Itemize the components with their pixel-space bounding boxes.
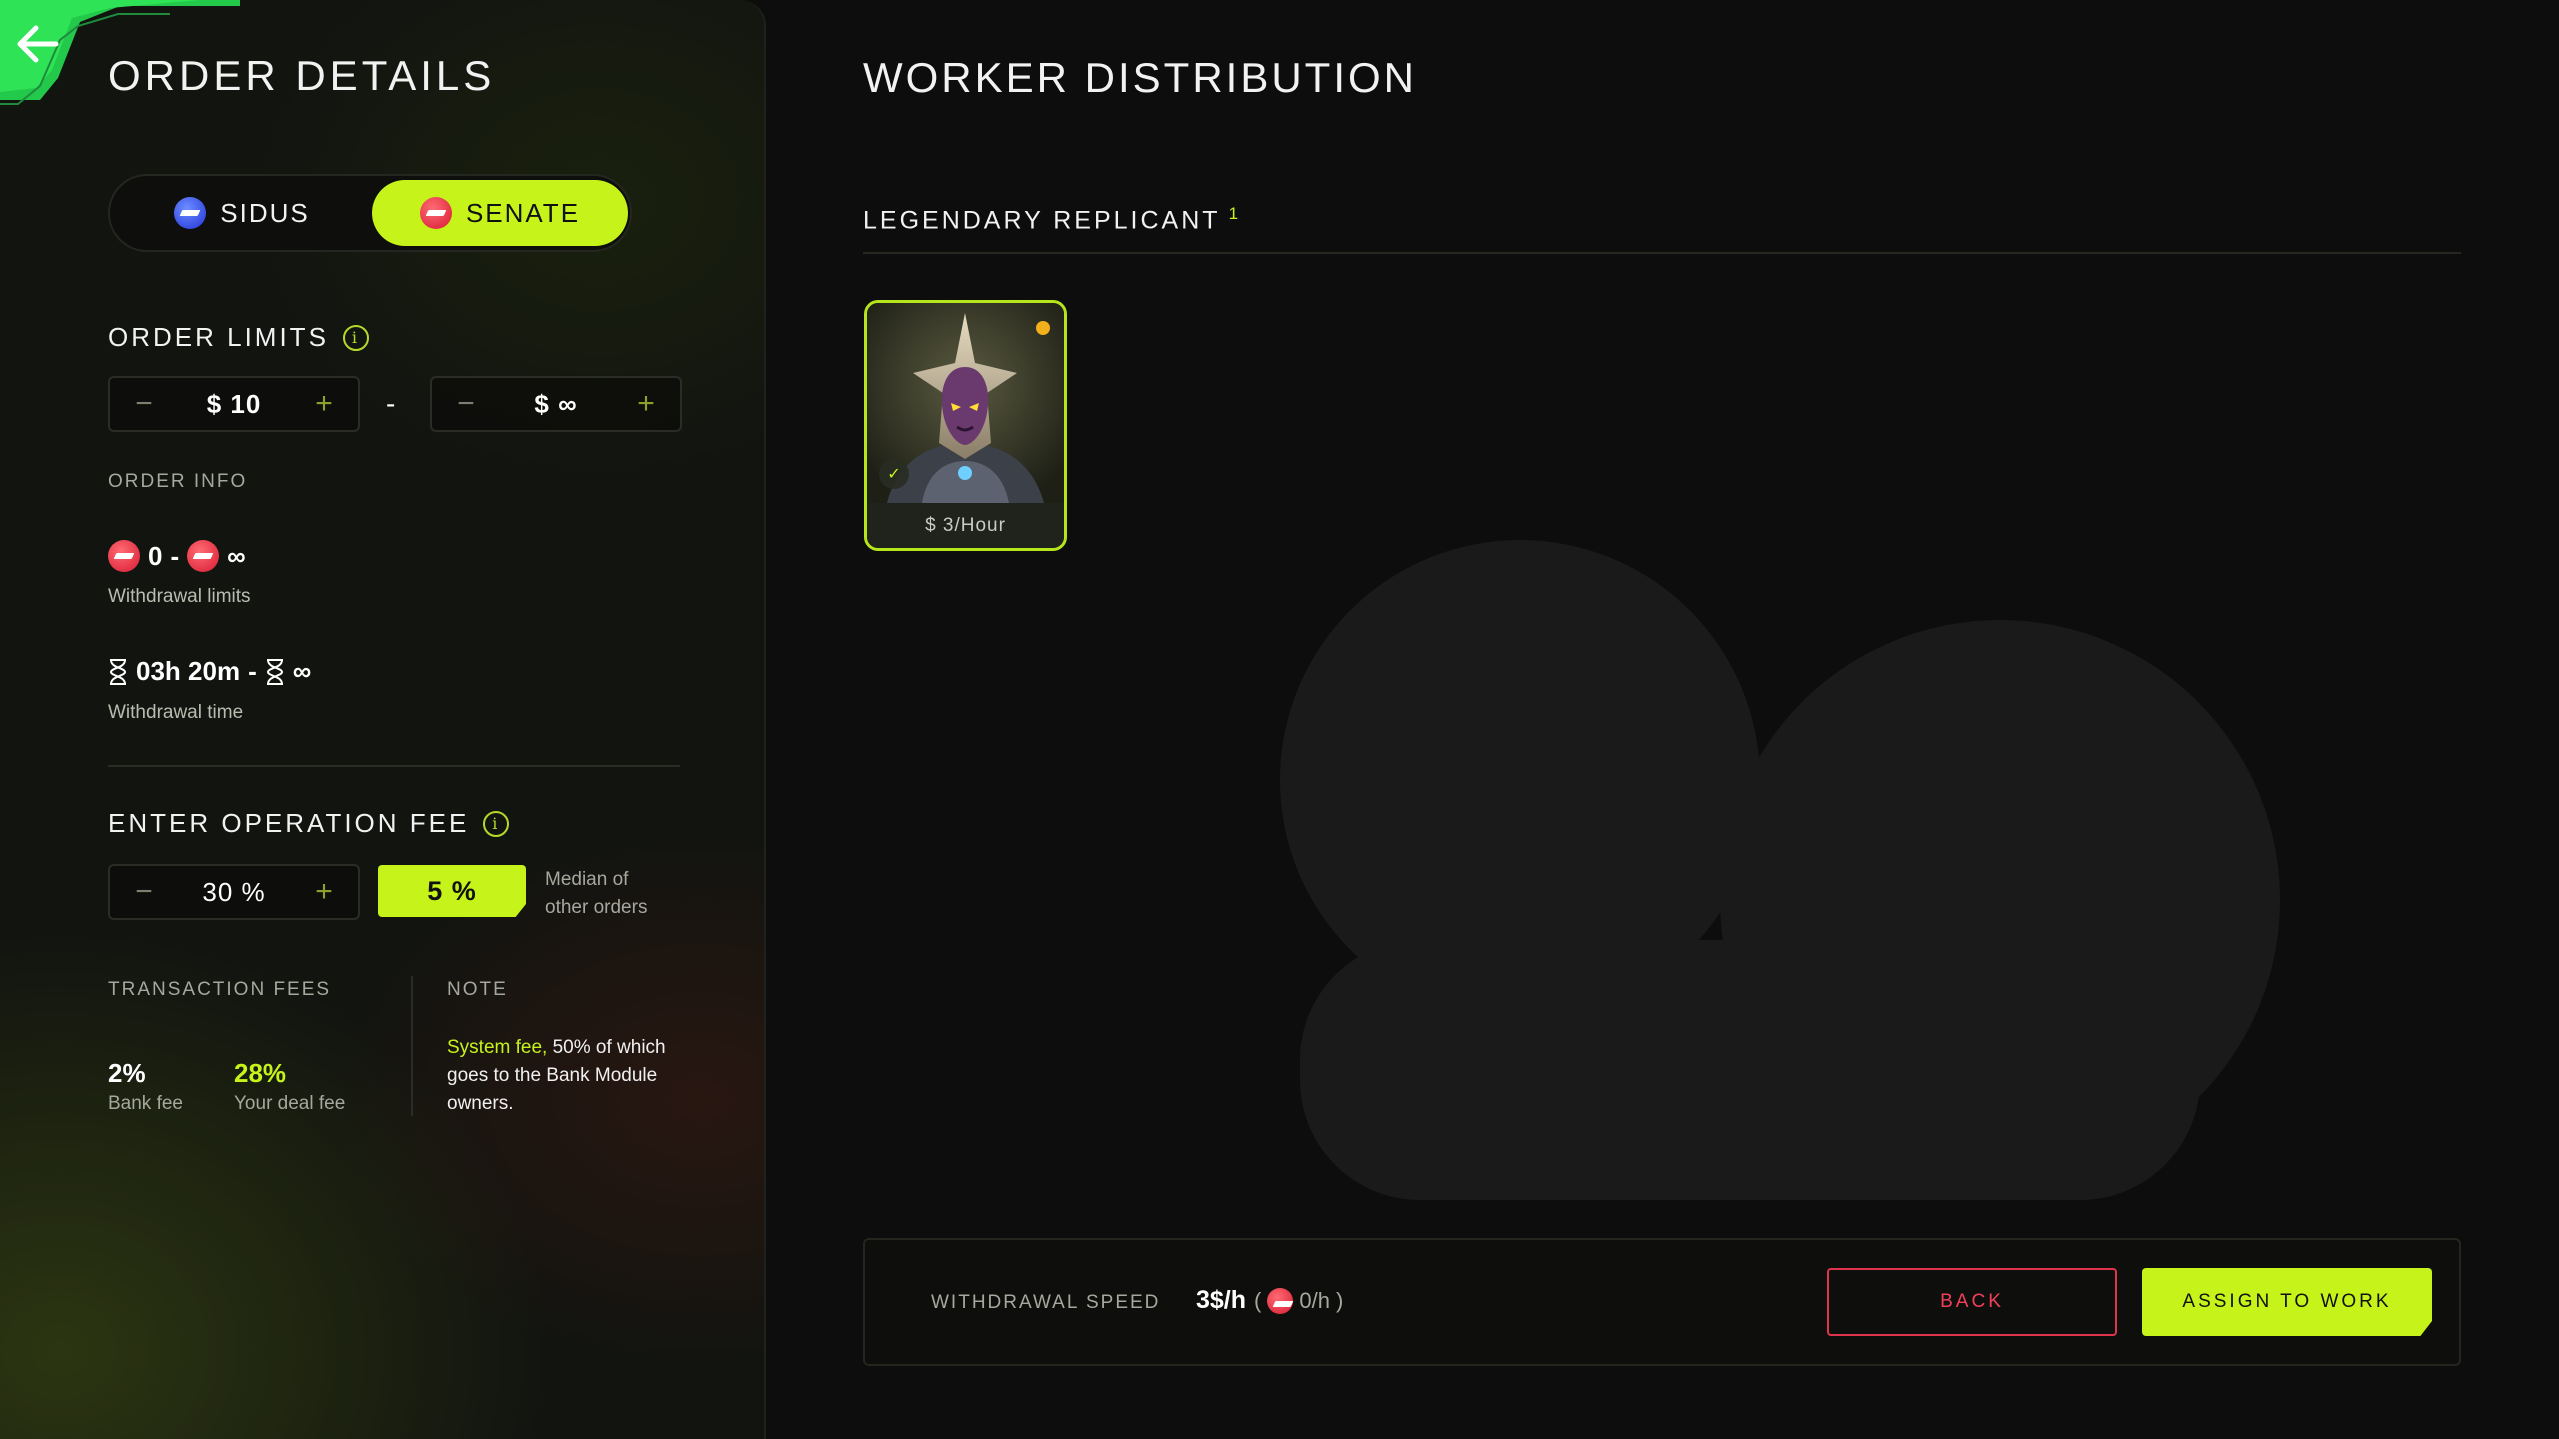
senate-coin-icon <box>419 197 452 229</box>
withdrawal-limits-label: Withdrawal limits <box>108 586 251 607</box>
selected-check-icon: ✓ <box>879 459 909 489</box>
action-bar: WITHDRAWAL SPEED 3$/h (0/h) BACK ASSIGN … <box>863 1238 2461 1366</box>
order-limits-heading: ORDER LIMITS i <box>108 322 369 353</box>
note-title: NOTE <box>447 979 508 1000</box>
fees-divider <box>411 976 413 1116</box>
increase-max-button[interactable]: + <box>632 389 660 419</box>
worker-status-dot <box>1036 321 1050 335</box>
increase-min-button[interactable]: + <box>310 389 338 419</box>
worker-distribution-title: WORKER DISTRIBUTION <box>863 54 1418 101</box>
category-divider <box>863 252 2461 254</box>
operation-fee-value[interactable]: 30 % <box>202 877 265 908</box>
hourglass-icon <box>109 658 127 685</box>
senate-coin-icon <box>108 540 140 572</box>
background-watermark <box>1280 540 2280 1200</box>
order-limit-separator: - <box>386 388 396 419</box>
withdrawal-time-from: 03h 20m <box>136 656 241 686</box>
toggle-option-sidus-label: SIDUS <box>220 197 310 228</box>
withdrawal-limits-dash: - <box>170 540 180 571</box>
operation-fee-heading: ENTER OPERATION FEE i <box>108 808 510 839</box>
note-text: System fee, 50% of which goes to the Ban… <box>447 1034 697 1118</box>
median-fee-note-line2: other orders <box>545 897 648 918</box>
bank-fee-value: 2% <box>108 1058 146 1088</box>
senate-coin-icon <box>187 540 220 572</box>
withdrawal-speed-amount: 3$/h <box>1196 1286 1247 1314</box>
withdrawal-limits-from: 0 <box>148 540 163 571</box>
withdrawal-speed-token-value: 0/h <box>1299 1287 1330 1313</box>
toggle-option-senate[interactable]: SENATE <box>372 180 628 246</box>
sidus-coin-icon <box>174 197 207 229</box>
toggle-option-senate-label: SENATE <box>465 197 581 228</box>
operation-fee-title: ENTER OPERATION FEE <box>108 808 470 838</box>
order-limit-min-stepper: − $ 10 + <box>108 376 360 432</box>
deal-fee-value: 28% <box>234 1058 287 1088</box>
order-limit-max-value[interactable]: $ ∞ <box>534 389 577 420</box>
note-highlight: System fee, <box>447 1037 548 1058</box>
median-fee-note-line1: Median of <box>545 869 629 890</box>
withdrawal-speed-token: (0/h) <box>1254 1287 1344 1314</box>
assign-to-work-button[interactable]: ASSIGN TO WORK <box>2142 1268 2432 1336</box>
increase-fee-button[interactable]: + <box>310 877 338 907</box>
order-limit-max-stepper: − $ ∞ + <box>430 376 682 432</box>
operation-fee-stepper: − 30 % + <box>108 864 360 920</box>
back-button[interactable]: BACK <box>1827 1268 2117 1336</box>
decrease-min-button[interactable]: − <box>130 389 158 419</box>
info-icon[interactable]: i <box>342 324 369 351</box>
withdrawal-time-label: Withdrawal time <box>108 702 244 723</box>
order-info-title: ORDER INFO <box>108 471 248 492</box>
senate-coin-icon <box>1267 1287 1294 1314</box>
worker-card[interactable]: ✓ $ 3/Hour <box>864 300 1067 551</box>
page-title: ORDER DETAILS <box>108 52 496 99</box>
withdrawal-speed-value: 3$/h (0/h) <box>1196 1286 1343 1315</box>
hourglass-icon <box>266 658 283 685</box>
worker-price: $ 3/Hour <box>867 503 1064 548</box>
category-count: 1 <box>1228 204 1242 223</box>
bank-fee-label: Bank fee <box>108 1093 183 1114</box>
median-fee-note: Median of other orders <box>545 866 647 922</box>
app-root: ORDER DETAILS SIDUS SENATE ORDER LIMITS … <box>0 0 2559 1439</box>
withdrawal-time-value: 03h 20m - ∞ <box>108 656 311 687</box>
order-limit-min-value[interactable]: $ 10 <box>207 389 262 420</box>
withdrawal-speed-label: WITHDRAWAL SPEED <box>931 1292 1161 1313</box>
withdrawal-time-to: ∞ <box>292 656 312 686</box>
withdrawal-time-dash: - <box>248 656 257 686</box>
decrease-max-button[interactable]: − <box>452 389 480 419</box>
withdrawal-limits-to: ∞ <box>227 540 246 571</box>
order-limits-title: ORDER LIMITS <box>108 322 329 352</box>
decrease-fee-button[interactable]: − <box>130 877 158 907</box>
median-fee-badge[interactable]: 5 % <box>378 865 526 917</box>
category-title: LEGENDARY REPLICANT <box>863 206 1221 235</box>
toggle-option-sidus[interactable]: SIDUS <box>114 180 370 246</box>
transaction-fees-title: TRANSACTION FEES <box>108 979 332 1000</box>
order-details-panel: ORDER DETAILS SIDUS SENATE ORDER LIMITS … <box>0 0 766 1439</box>
withdrawal-limits-value: 0 - ∞ <box>108 540 246 572</box>
category-heading: LEGENDARY REPLICANT 1 <box>863 204 1241 235</box>
currency-toggle: SIDUS SENATE <box>108 174 632 252</box>
back-arrow-icon[interactable] <box>12 18 64 70</box>
deal-fee-label: Your deal fee <box>234 1093 346 1114</box>
section-divider <box>108 765 680 767</box>
info-icon[interactable]: i <box>483 810 510 837</box>
